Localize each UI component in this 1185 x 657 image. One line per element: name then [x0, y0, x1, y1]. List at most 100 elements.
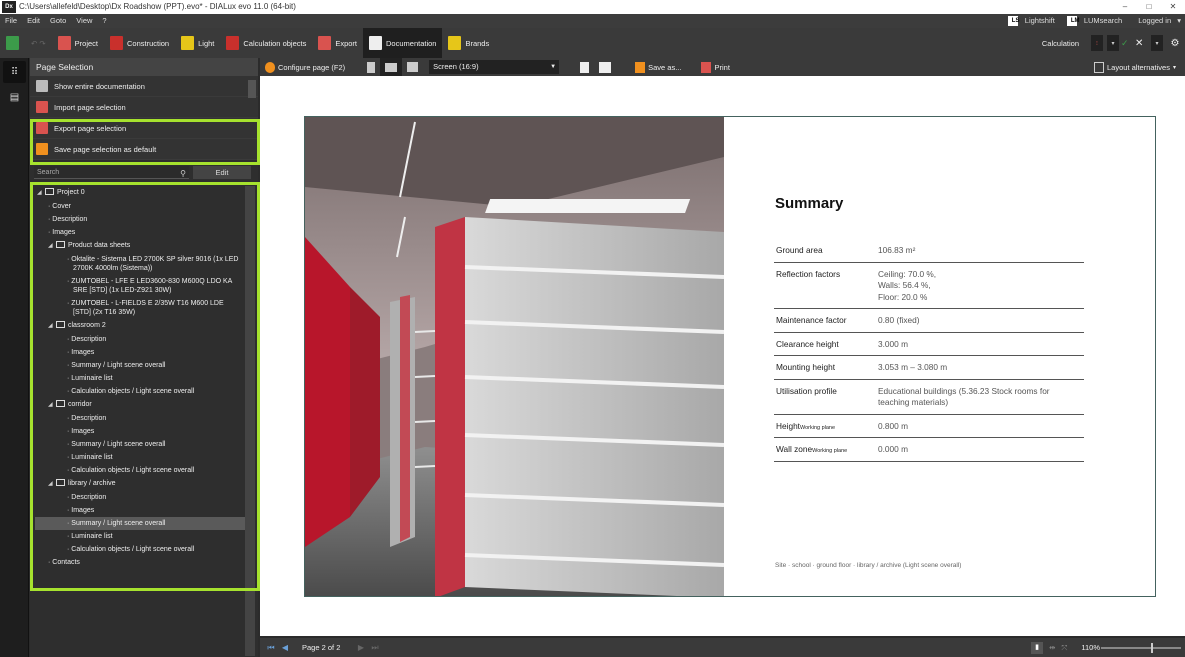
undo-redo[interactable]: ↶ ↷	[25, 28, 52, 58]
tree-item[interactable]: · ZUMTOBEL - LFE E LED3600-830 M600Q LDO…	[35, 275, 245, 297]
tab-construction[interactable]: Construction	[104, 28, 175, 58]
lumsearch-label: LUMsearch	[1083, 16, 1123, 25]
tree-scrollbar[interactable]	[245, 186, 255, 656]
minimize-icon[interactable]: –	[1113, 0, 1137, 14]
tab-documentation[interactable]: Documentation	[363, 28, 443, 58]
fit-page-icon[interactable]: ⤧	[1061, 643, 1067, 653]
summary-value-line: Ceiling: 70.0 %,	[878, 268, 937, 279]
single-page-view-icon[interactable]: ▮	[1031, 641, 1044, 654]
tree-item[interactable]: · Luminaire list	[35, 451, 245, 464]
cancel-dropdown[interactable]: ▾	[1151, 35, 1163, 51]
expand-toggle-icon[interactable]: ◢	[48, 480, 56, 489]
tree-label: corridor	[68, 401, 92, 408]
zoom-track[interactable]	[1101, 642, 1181, 653]
logged-in-menu[interactable]: Logged in ▾	[1130, 14, 1185, 28]
tree-folder[interactable]: ◢ corridor	[35, 398, 245, 412]
summary-value: 0.80 (fixed)	[878, 315, 1084, 327]
tree-item[interactable]: · Calculation objects / Light scene over…	[35, 464, 245, 477]
layout-alternatives-button[interactable]: Layout alternatives ▾	[1089, 58, 1181, 76]
zoom-slider[interactable]: –	[1091, 642, 1181, 653]
tab-calculation-objects[interactable]: Calculation objects	[220, 28, 312, 58]
zoom-knob[interactable]	[1151, 642, 1153, 653]
tab-light[interactable]: Light	[175, 28, 220, 58]
tree-item[interactable]: · Images	[35, 425, 245, 438]
tree-item[interactable]: · Contacts	[35, 556, 245, 569]
tree-folder[interactable]: ◢ classroom 2	[35, 319, 245, 333]
tree-item[interactable]: · Images	[35, 346, 245, 359]
menu-view[interactable]: View	[71, 14, 97, 28]
calculate-check-icon[interactable]: ✓	[1121, 38, 1135, 49]
cancel-calculation-icon[interactable]: ✕	[1135, 38, 1149, 49]
tab-project[interactable]: Project	[52, 28, 104, 58]
actions-scrollbar[interactable]	[248, 80, 256, 98]
tree-item[interactable]: · Images	[35, 504, 245, 517]
tree-item[interactable]: · Cover	[35, 200, 245, 213]
close-icon[interactable]: ✕	[1161, 0, 1185, 14]
tree-item[interactable]: · Description	[35, 412, 245, 425]
page-layout-tab-icon[interactable]: ▤	[3, 86, 26, 108]
tree-item[interactable]: · Calculation objects / Light scene over…	[35, 385, 245, 398]
calculation-dropdown[interactable]: ▾	[1107, 35, 1119, 51]
save-page-selection-default-button[interactable]: Save page selection as default	[30, 139, 258, 160]
export-page-selection-button[interactable]: Export page selection	[30, 118, 258, 139]
menu-edit[interactable]: Edit	[22, 14, 45, 28]
tree-item[interactable]: · Description	[35, 491, 245, 504]
tree-item[interactable]: · Calculation objects / Light scene over…	[35, 543, 245, 556]
tree-item[interactable]: · Description	[35, 213, 245, 226]
next-page-icon[interactable]: ▶	[354, 643, 368, 652]
save-button[interactable]	[0, 28, 25, 58]
new-page-button[interactable]	[575, 58, 594, 76]
print-button[interactable]: Print	[696, 58, 734, 76]
fit-width-icon[interactable]: ⇹	[1049, 643, 1055, 652]
menu-goto[interactable]: Goto	[45, 14, 71, 28]
tree-item[interactable]: · Summary / Light scene overall	[35, 517, 245, 530]
tree-item[interactable]: · Luminaire list	[35, 530, 245, 543]
edit-button[interactable]: Edit	[193, 165, 251, 179]
tab-brands[interactable]: Brands	[442, 28, 495, 58]
room-rendering-image	[305, 117, 724, 596]
main-toolbar: ↶ ↷ Project Construction Light Calculation …	[0, 28, 1185, 58]
page-selection-tab-icon[interactable]: ⠿	[3, 61, 26, 83]
first-page-icon[interactable]: ⏮	[264, 643, 278, 653]
window-title: C:\Users\allefeld\Desktop\Dx Roadshow (P…	[19, 2, 296, 11]
configure-page-button[interactable]: Configure page (F2)	[260, 58, 350, 76]
table-view-button[interactable]	[402, 58, 423, 76]
show-entire-documentation-button[interactable]: Show entire documentation	[30, 76, 258, 97]
settings-gear-icon[interactable]: ⚙	[1165, 38, 1185, 49]
expand-toggle-icon[interactable]: ◢	[37, 189, 45, 198]
zoom-out-icon[interactable]: –	[1091, 643, 1095, 652]
tab-label: Calculation objects	[243, 38, 307, 48]
tree-item[interactable]: · ZUMTOBEL - L-FIELDS E 2/35W T16 M600 L…	[35, 297, 245, 319]
tree-folder[interactable]: ◢ Project 0	[35, 186, 245, 200]
tree-item[interactable]: · Summary / Light scene overall	[35, 359, 245, 372]
last-page-icon[interactable]: ⏭	[368, 643, 382, 653]
expand-toggle-icon[interactable]: ◢	[48, 322, 56, 331]
tree-folder[interactable]: ◢ library / archive	[35, 477, 245, 491]
tree-item[interactable]: · Luminaire list	[35, 372, 245, 385]
search-input[interactable]: Search ⚲	[34, 165, 189, 179]
expand-toggle-icon[interactable]: ◢	[48, 401, 56, 410]
tree-item[interactable]: · Summary / Light scene overall	[35, 438, 245, 451]
summary-key-text: Reflection factors	[776, 268, 841, 279]
menu-help[interactable]: ?	[97, 14, 111, 28]
tree-item[interactable]: · Oktalite - Sistema LED 2700K SP silver…	[35, 253, 245, 275]
tree-item[interactable]: · Description	[35, 333, 245, 346]
lumsearch-button[interactable]: LM LUMsearch	[1063, 14, 1130, 28]
import-page-selection-button[interactable]: Import page selection	[30, 97, 258, 118]
screen-format-select[interactable]: Screen (16:9) ▼	[429, 60, 560, 74]
tree-item[interactable]: · Images	[35, 226, 245, 239]
summary-value-line: Walls: 56.4 %,	[878, 280, 931, 290]
screen-view-button[interactable]	[380, 58, 403, 76]
maximize-icon[interactable]: □	[1137, 0, 1161, 14]
expand-toggle-icon[interactable]: ◢	[48, 242, 56, 251]
tree-folder[interactable]: ◢ Product data sheets	[35, 239, 245, 253]
tab-export[interactable]: Export	[312, 28, 363, 58]
lightshift-button[interactable]: LS Lightshift	[1004, 14, 1063, 28]
previous-page-icon[interactable]: ◀	[278, 643, 292, 652]
portrait-view-button[interactable]	[362, 58, 380, 76]
save-as-button[interactable]: Save as...	[630, 58, 686, 76]
tree-label: Images	[71, 428, 95, 435]
summary-row: Maintenance factor 0.80 (fixed)	[774, 309, 1084, 333]
page-options-button[interactable]	[594, 58, 616, 76]
menu-file[interactable]: File	[0, 14, 22, 28]
